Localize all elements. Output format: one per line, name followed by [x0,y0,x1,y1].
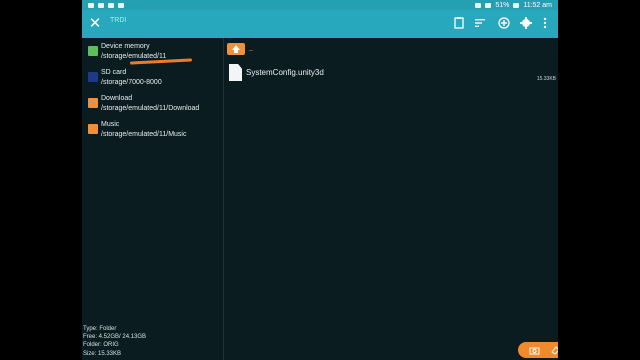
download-folder-icon [88,98,98,108]
file-name: SystemConfig.unity3d [246,68,324,77]
clock: 11:52 am [523,1,552,9]
info-folder: Folder: ORIG [83,342,119,349]
notification-icon [118,2,124,8]
info-type: Type: Folder [83,325,117,332]
toolbar: ✕ TRDI [82,10,558,38]
file-list: .. SystemConfig.unity3d 15.33KB [225,38,558,360]
overlay-toolbar [518,342,558,358]
battery-percent: 51% [495,1,510,9]
bookmark-name: Download [101,95,133,102]
bookmark-sd-card[interactable]: SD card /storage/7000-8000 [82,66,224,92]
camera-icon[interactable] [529,345,540,356]
sort-icon[interactable] [473,16,487,30]
bookmark-name: Device memory [101,43,150,50]
eraser-icon[interactable] [550,345,558,356]
file-icon [229,64,242,81]
notification-icon [98,2,104,8]
system-icons: 51% 11:52 am [475,2,552,9]
signal-icon [485,2,492,8]
notification-icon [88,2,94,8]
bookmark-path: /storage/emulated/11 [101,53,167,60]
info-size: Size: 15.33KB [83,350,122,357]
bookmark-name: Music [101,121,120,128]
parent-folder-row[interactable]: .. [227,42,253,56]
bookmark-path: /storage/7000-8000 [101,79,162,86]
folder-info: Type: Folder Free: 4.52GB/ 24.13GB Folde… [83,325,146,358]
toolbar-title: TRDI [110,17,127,24]
bookmark-device-memory[interactable]: Device memory /storage/emulated/11 [82,40,224,66]
gear-icon[interactable] [519,16,533,30]
bookmark-music[interactable]: Music /storage/emulated/11/Music [82,118,224,144]
bookmark-download[interactable]: Download /storage/emulated/11/Download [82,92,224,118]
battery-icon [513,2,520,8]
notification-icons [88,2,124,8]
clipboard-icon[interactable] [452,16,466,30]
more-icon[interactable] [538,16,552,30]
device-icon [88,46,98,56]
bookmark-name: SD card [101,69,127,76]
add-icon[interactable] [497,16,511,30]
status-bar: 51% 11:52 am [82,0,558,10]
wifi-icon [475,2,482,8]
notification-icon [108,2,114,8]
bookmark-path: /storage/emulated/11/Download [101,105,200,112]
bookmark-pane: Device memory /storage/emulated/11 SD ca… [82,38,224,360]
music-folder-icon [88,124,98,134]
info-free: Free: 4.52GB/ 24.13GB [83,334,147,341]
bookmark-path: /storage/emulated/11/Music [101,131,187,138]
up-folder-icon [227,43,245,55]
parent-label: .. [249,45,253,53]
sdcard-icon [88,72,98,82]
app-window: 51% 11:52 am ✕ TRDI Device memory /stora… [82,0,558,360]
file-row[interactable]: SystemConfig.unity3d 15.33KB [229,64,558,84]
close-icon[interactable]: ✕ [86,15,104,33]
file-size: 15.33KB [536,76,556,82]
